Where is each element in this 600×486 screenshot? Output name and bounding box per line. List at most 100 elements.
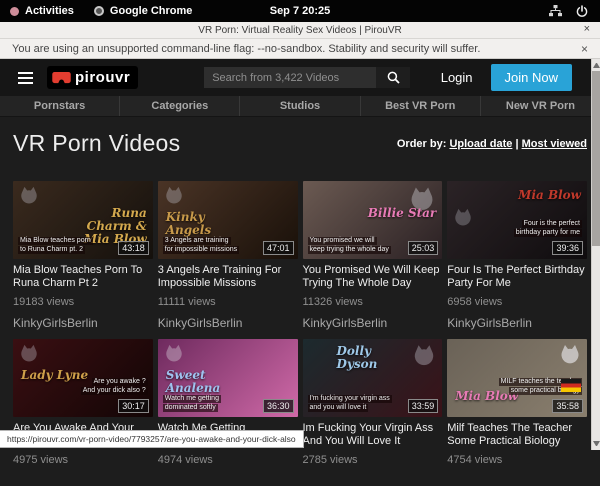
site-logo[interactable]: pirouvr: [47, 66, 138, 89]
view-count: 4754 views: [447, 454, 587, 466]
app-menu[interactable]: Google Chrome: [84, 5, 203, 17]
chrome-warning-bar: You are using an unsupported command-lin…: [0, 39, 600, 59]
studio-link[interactable]: [447, 474, 587, 486]
video-title[interactable]: Im Fucking Your Virgin Ass And You Will …: [303, 422, 443, 448]
tab-title: VR Porn: Virtual Reality Sex Videos | Pi…: [198, 25, 401, 36]
thumb-overlay-name: Kinky Angels: [166, 211, 238, 237]
video-title[interactable]: Four Is The Perfect Birthday Party For M…: [447, 264, 587, 290]
logo-text: pirouvr: [75, 69, 130, 86]
cat-mask-logo-icon: [558, 343, 582, 365]
clock[interactable]: Sep 7 20:25: [270, 5, 331, 17]
duration-badge: 43:18: [118, 241, 149, 255]
video-thumbnail[interactable]: Lady Lyne Are you awake ?And your dick a…: [13, 339, 153, 417]
studio-link[interactable]: KinkyGirlsBerlin: [447, 316, 587, 330]
thumb-caption: Watch me gettingdominated softly: [163, 395, 221, 412]
activities-button[interactable]: Activities: [0, 5, 84, 17]
nav-item-best-vr[interactable]: Best VR Porn: [360, 96, 480, 116]
video-thumbnail[interactable]: Billie Star You promised we willkeep try…: [303, 181, 443, 259]
video-title[interactable]: Milf Teaches The Teacher Some Practical …: [447, 422, 587, 448]
duration-badge: 33:59: [408, 399, 439, 413]
join-now-button[interactable]: Join Now: [491, 64, 572, 91]
studio-link[interactable]: KinkyGirlsBerlin: [303, 316, 443, 330]
cat-mask-logo-icon: [163, 185, 185, 205]
video-title[interactable]: 3 Angels Are Training For Impossible Mis…: [158, 264, 298, 290]
video-thumbnail[interactable]: Dolly Dyson I'm fucking your virgin assa…: [303, 339, 443, 417]
cat-mask-logo-icon: [452, 207, 474, 227]
duration-badge: 47:01: [263, 241, 294, 255]
cat-mask-logo-icon: [18, 343, 40, 363]
view-count: 2785 views: [303, 454, 443, 466]
scroll-down-arrow-icon[interactable]: [593, 441, 600, 446]
thumb-overlay-name: Mia Blow: [518, 189, 581, 202]
thumb-caption: 3 Angels are trainingfor impossible miss…: [163, 237, 239, 254]
order-by-label: Order by:: [397, 138, 447, 150]
nav-item-new-vr[interactable]: New VR Porn: [480, 96, 600, 116]
video-thumbnail[interactable]: Sweet Analena Watch me gettingdominated …: [158, 339, 298, 417]
duration-badge: 36:30: [263, 399, 294, 413]
video-thumbnail[interactable]: Mia Blow Four is the perfectbirthday par…: [447, 181, 587, 259]
activities-icon: [10, 7, 19, 16]
menu-icon[interactable]: [18, 72, 33, 84]
search-button[interactable]: [376, 67, 410, 88]
studio-link[interactable]: [158, 474, 298, 486]
warning-text: You are using an unsupported command-lin…: [12, 43, 480, 55]
thumb-caption: Mia Blow teaches pornto Runa Charm pt. 2: [18, 237, 93, 254]
view-count: 4974 views: [158, 454, 298, 466]
cat-mask-logo-icon: [163, 343, 185, 363]
nav-item-pornstars[interactable]: Pornstars: [0, 96, 119, 116]
power-icon[interactable]: [576, 5, 588, 18]
thumb-caption: I'm fucking your virgin assand you will …: [308, 395, 392, 412]
studio-link[interactable]: [13, 474, 153, 486]
studio-link[interactable]: KinkyGirlsBerlin: [13, 316, 153, 330]
thumb-overlay-name: Sweet Analena: [166, 369, 238, 395]
desktop-top-bar: Activities Google Chrome Sep 7 20:25: [0, 0, 600, 22]
duration-badge: 35:58: [552, 399, 583, 413]
activities-label: Activities: [25, 5, 74, 17]
german-flag: [561, 379, 581, 392]
site-header: pirouvr Login Join Now: [0, 59, 600, 96]
video-thumbnail[interactable]: Kinky Angels 3 Angels are trainingfor im…: [158, 181, 298, 259]
video-card: Mia Blow MILF teaches the teachersome pr…: [447, 339, 587, 486]
studio-link[interactable]: [303, 474, 443, 486]
video-title[interactable]: You Promised We Will Keep Trying The Who…: [303, 264, 443, 290]
cat-mask-logo-icon: [18, 185, 40, 205]
warning-close-icon[interactable]: ×: [581, 42, 588, 56]
order-most-viewed-link[interactable]: Most viewed: [522, 138, 587, 150]
duration-badge: 39:36: [552, 241, 583, 255]
app-menu-label: Google Chrome: [110, 5, 193, 17]
search-input[interactable]: [204, 67, 376, 88]
video-title[interactable]: Mia Blow Teaches Porn To Runa Charm Pt 2: [13, 264, 153, 290]
network-icon[interactable]: [549, 5, 562, 17]
video-card: Sweet Analena Watch me gettingdominated …: [158, 339, 298, 486]
view-count: 11326 views: [303, 296, 443, 308]
video-card: Kinky Angels 3 Angels are trainingfor im…: [158, 181, 298, 330]
page-title: VR Porn Videos: [13, 130, 180, 157]
order-upload-date-link[interactable]: Upload date: [449, 138, 512, 150]
scrollbar[interactable]: [591, 59, 600, 450]
nav-item-studios[interactable]: Studios: [239, 96, 359, 116]
scroll-up-arrow-icon[interactable]: [593, 63, 600, 68]
order-separator: |: [515, 138, 518, 150]
video-thumbnail[interactable]: Mia Blow MILF teaches the teachersome pr…: [447, 339, 587, 417]
login-link[interactable]: Login: [441, 70, 473, 85]
status-bar-url: https://pirouvr.com/vr-porn-video/779325…: [0, 430, 304, 448]
view-count: 6958 views: [447, 296, 587, 308]
tab-close-icon[interactable]: ×: [584, 23, 590, 35]
duration-badge: 30:17: [118, 399, 149, 413]
thumb-caption: You promised we willkeep trying the whol…: [308, 237, 391, 254]
video-thumbnail[interactable]: Runa Charm & Mia Blow Mia Blow teaches p…: [13, 181, 153, 259]
order-by: Order by: Upload date | Most viewed: [397, 138, 587, 150]
nav-item-categories[interactable]: Categories: [119, 96, 239, 116]
thumb-overlay-name: Dolly Dyson: [337, 345, 409, 371]
thumb-overlay-name: Billie Star: [368, 207, 437, 220]
search-bar: [204, 67, 410, 88]
duration-badge: 25:03: [408, 241, 439, 255]
view-count: 19183 views: [13, 296, 153, 308]
scrollbar-thumb[interactable]: [592, 71, 600, 246]
video-card: Runa Charm & Mia Blow Mia Blow teaches p…: [13, 181, 153, 330]
studio-link[interactable]: KinkyGirlsBerlin: [158, 316, 298, 330]
search-icon: [387, 71, 400, 84]
page-heading-row: VR Porn Videos Order by: Upload date | M…: [0, 117, 600, 157]
video-card: Lady Lyne Are you awake ?And your dick a…: [13, 339, 153, 486]
main-nav: Pornstars Categories Studios Best VR Por…: [0, 96, 600, 117]
